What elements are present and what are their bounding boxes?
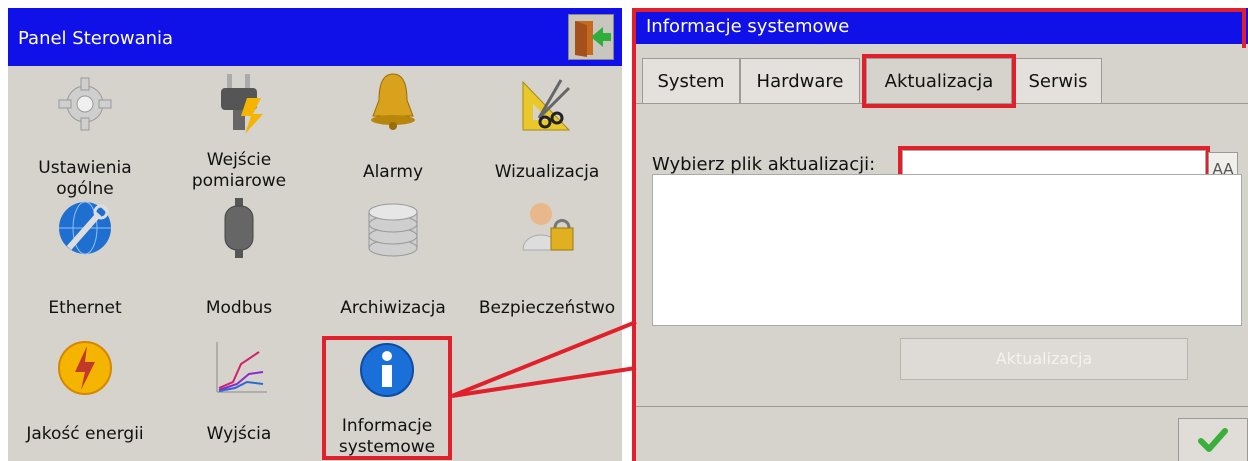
- tab-hardware[interactable]: Hardware: [740, 58, 860, 104]
- control-panel-window: Panel Sterowania Ustawienia ogólne Wejśc…: [8, 8, 622, 461]
- control-panel-titlebar: Panel Sterowania: [8, 8, 622, 66]
- tile-label-line1: Alarmy: [362, 162, 424, 182]
- tile-label-line1: Modbus: [205, 298, 273, 318]
- update-button[interactable]: Aktualizacja: [900, 338, 1188, 380]
- checkmark-icon: [1198, 428, 1228, 452]
- tab-label: Hardware: [756, 71, 844, 92]
- exit-door-icon: [575, 21, 611, 57]
- exit-button[interactable]: [568, 14, 614, 60]
- tile-label-line2: pomiarowe: [191, 171, 287, 191]
- bell-icon: [371, 73, 415, 130]
- tile-label-line1: Wejście: [206, 150, 272, 170]
- tile-label-line1: Wizualizacja: [494, 162, 600, 182]
- tab-system[interactable]: System: [642, 58, 740, 104]
- lightning-icon: [58, 341, 112, 395]
- tab-label: Serwis: [1028, 71, 1088, 92]
- ok-button[interactable]: [1178, 418, 1248, 461]
- tile-label-line1: Jakość energii: [26, 424, 144, 444]
- file-select-label: Wybierz plik aktualizacji:: [652, 154, 876, 175]
- gear-icon: [58, 77, 112, 131]
- tile-label-line2: ogólne: [56, 179, 114, 199]
- update-button-label: Aktualizacja: [995, 349, 1093, 368]
- tab-serwis[interactable]: Serwis: [1014, 58, 1102, 104]
- database-icon: [368, 203, 418, 257]
- tile-label-line1: Bezpieczeństwo: [478, 298, 616, 318]
- footer-divider: [636, 406, 1248, 407]
- tab-label: System: [657, 71, 725, 92]
- plug-icon: [221, 74, 263, 134]
- cylinder-icon: [224, 198, 254, 258]
- system-info-highlight: [322, 336, 452, 460]
- tile-label-line1: Ethernet: [48, 298, 122, 318]
- active-tab-highlight: [862, 54, 1016, 108]
- update-log-area[interactable]: [652, 174, 1242, 326]
- user-lock-icon: [522, 203, 574, 251]
- system-info-highlight-frame: [636, 8, 1246, 48]
- line-chart-icon: [216, 342, 267, 393]
- system-info-window: Informacje systemowe System Hardware Akt…: [632, 8, 1248, 461]
- tile-label-line1: Archiwizacja: [340, 298, 446, 318]
- tile-label-line1: Wyjścia: [206, 424, 272, 444]
- globe-wrench-icon: [59, 201, 111, 255]
- ruler-scissors-icon: [522, 79, 571, 131]
- tile-label-line1: Ustawienia: [38, 158, 132, 178]
- control-panel-title: Panel Sterowania: [18, 28, 174, 49]
